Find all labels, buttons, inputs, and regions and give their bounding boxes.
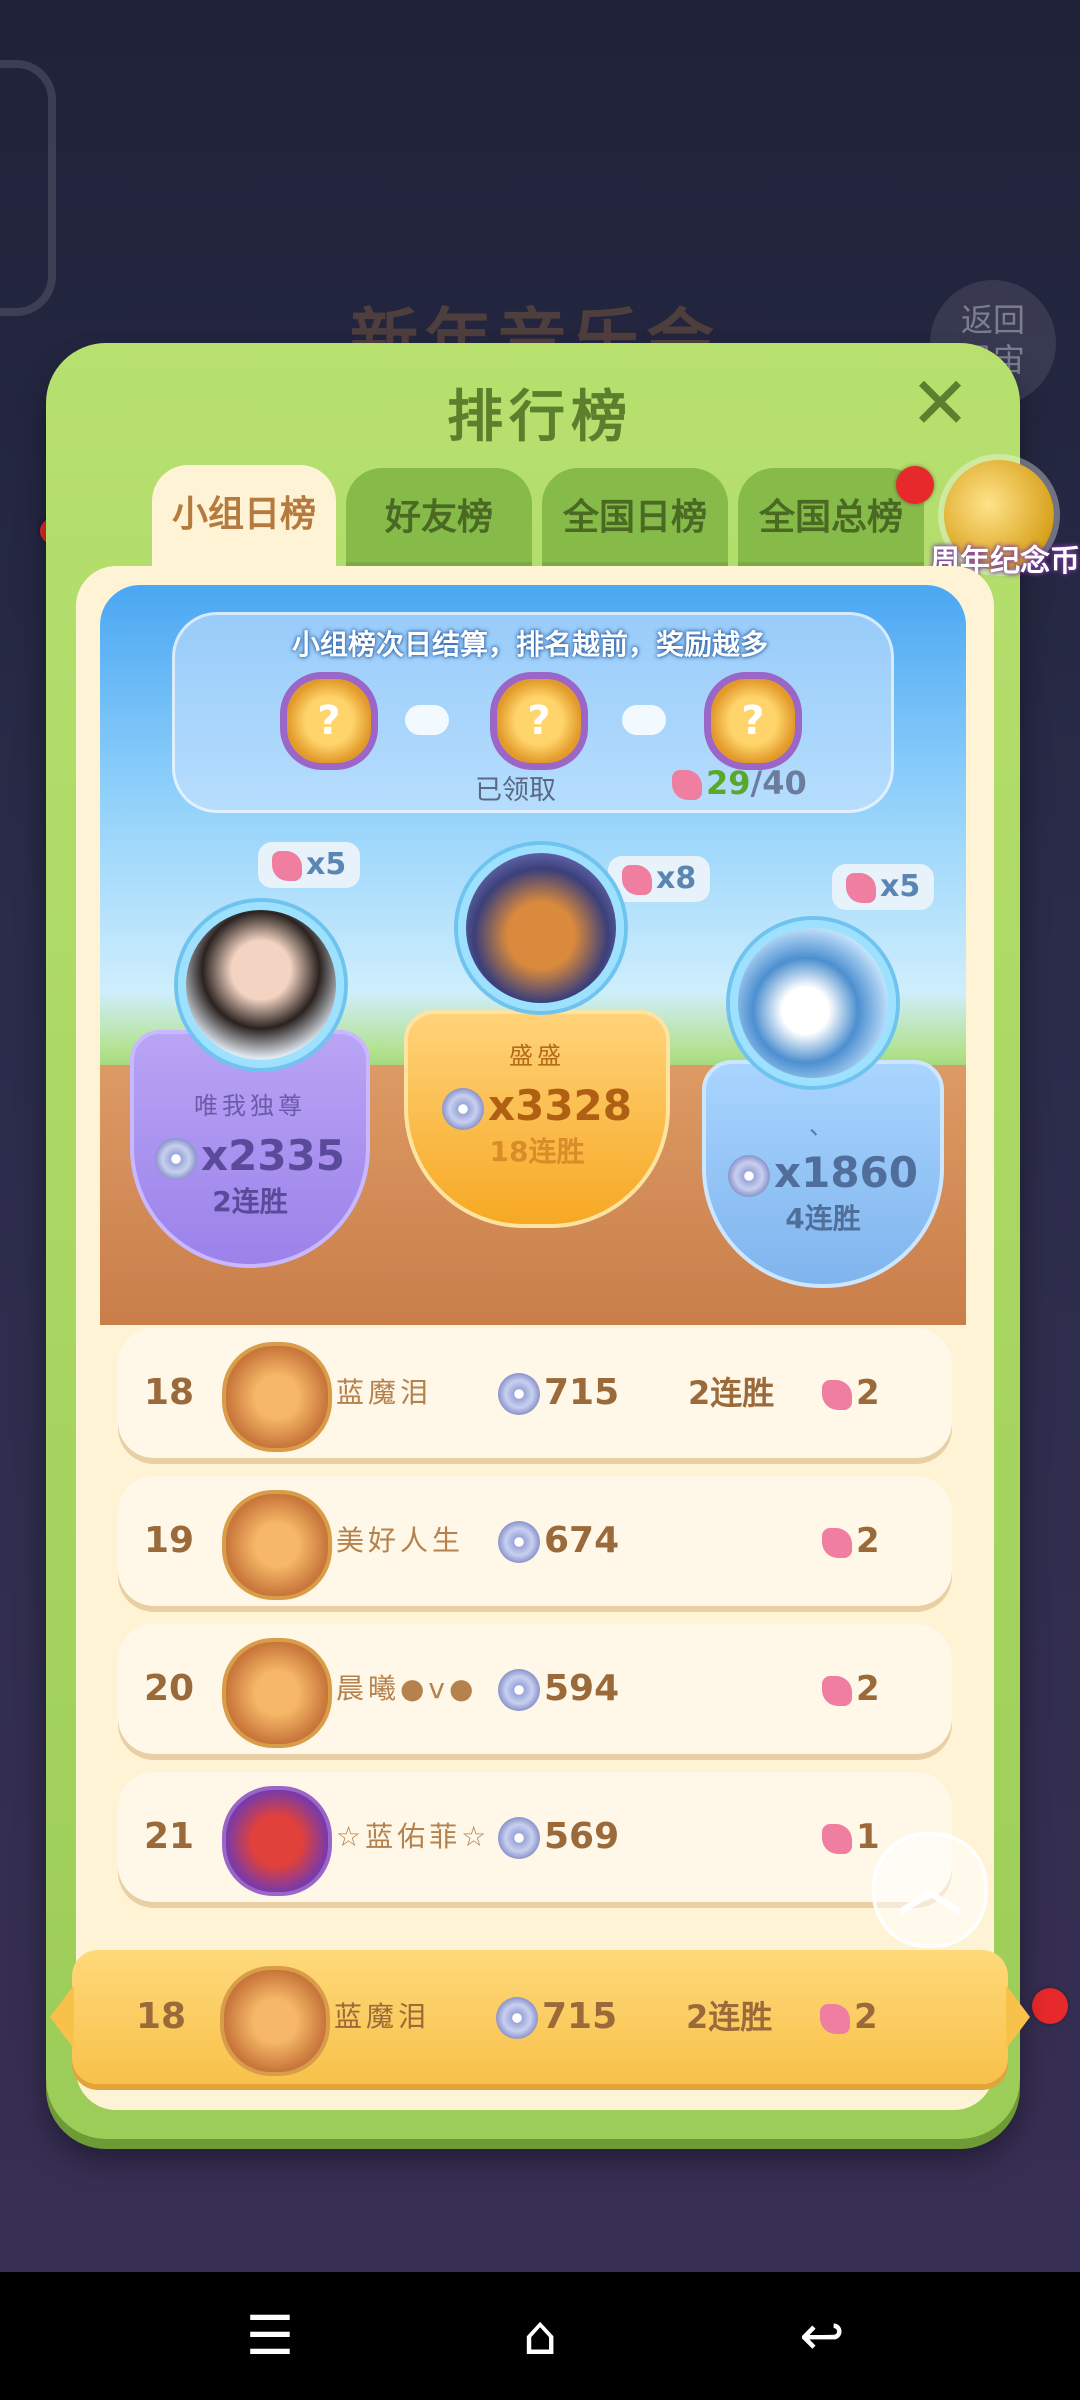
player-name: 美好人生 xyxy=(336,1524,465,1557)
disc-icon xyxy=(498,1817,540,1859)
petal-icon xyxy=(822,1823,852,1854)
avatar[interactable] xyxy=(222,1786,332,1896)
avatar[interactable] xyxy=(458,845,624,1011)
player-name: 蓝魔泪 xyxy=(334,2000,431,2033)
chevron-up-icon[interactable]: ︿ xyxy=(872,1832,988,1948)
list-item[interactable]: 19 美好人生 674 2 xyxy=(118,1476,952,1606)
disc-icon xyxy=(498,1669,540,1711)
rank-number: 20 xyxy=(144,1668,195,1709)
rank-number: 18 xyxy=(144,1372,195,1413)
player-score: 715 xyxy=(496,1950,617,2084)
reward-chest-icon[interactable]: ? xyxy=(280,672,378,770)
win-streak: 2连胜 xyxy=(688,1374,775,1412)
petal-icon xyxy=(820,2003,850,2034)
player-name: ☆蓝佑菲☆ xyxy=(336,1820,491,1853)
system-nav-bar: ☰ ⌂ ↩ xyxy=(0,2272,1080,2400)
win-streak: 2连胜 xyxy=(686,1998,773,2036)
arrow-icon xyxy=(622,705,666,735)
tab-group-daily[interactable]: 小组日榜 xyxy=(152,465,336,575)
avatar[interactable] xyxy=(220,1966,330,2076)
avatar[interactable] xyxy=(730,920,896,1086)
reward-chest-icon[interactable]: ? xyxy=(704,672,802,770)
podium-third: 、 x1860 4连胜 xyxy=(702,1060,944,1288)
petal-icon xyxy=(622,864,652,895)
avatar[interactable] xyxy=(178,902,344,1068)
petal-icon xyxy=(822,1527,852,1558)
petal-icon xyxy=(846,872,876,903)
background-decoration xyxy=(0,60,56,316)
avatar[interactable] xyxy=(222,1638,332,1748)
petal-count: 1 xyxy=(822,1772,880,1902)
tab-friends[interactable]: 好友榜 xyxy=(346,468,532,568)
player-score: 715 xyxy=(498,1328,619,1458)
my-rank-row[interactable]: 18 蓝魔泪 715 2连胜 2 xyxy=(50,1950,1030,2084)
petal-icon xyxy=(822,1675,852,1706)
petal-count: 2 xyxy=(822,1328,880,1458)
reward-progress: 29/40 xyxy=(672,764,807,802)
petal-icon xyxy=(672,770,702,800)
avatar[interactable] xyxy=(222,1490,332,1600)
back-icon[interactable]: ↩ xyxy=(762,2272,882,2400)
disc-icon xyxy=(498,1521,540,1563)
tab-national-daily[interactable]: 全国日榜 xyxy=(542,468,728,568)
list-item[interactable]: 20 晨曦●v● 594 2 xyxy=(118,1624,952,1754)
player-score: 594 xyxy=(498,1624,619,1754)
reward-track-title: 小组榜次日结算，排名越前，奖励越多 xyxy=(291,628,768,661)
disc-icon xyxy=(155,1137,197,1180)
tab-notification-dot xyxy=(896,466,934,504)
home-icon[interactable]: ⌂ xyxy=(480,2272,600,2400)
close-icon[interactable]: ✕ xyxy=(905,367,975,439)
petal-icon xyxy=(822,1379,852,1410)
arrow-icon xyxy=(405,705,449,735)
avatar[interactable] xyxy=(222,1342,332,1452)
player-score: 674 xyxy=(498,1476,619,1606)
player-name: 蓝魔泪 xyxy=(336,1376,433,1409)
petal-count: 2 xyxy=(822,1624,880,1754)
menu-icon[interactable]: ☰ xyxy=(210,2272,330,2400)
disc-icon xyxy=(498,1373,540,1415)
disc-icon xyxy=(728,1154,770,1197)
petal-bubble: x5 xyxy=(832,864,935,910)
notification-dot xyxy=(1032,1988,1068,2024)
reward-chest-icon[interactable]: ? xyxy=(490,672,588,770)
petal-count: 2 xyxy=(822,1476,880,1606)
list-item[interactable]: 21 ☆蓝佑菲☆ 569 1 xyxy=(118,1772,952,1902)
rank-number: 19 xyxy=(144,1520,195,1561)
petal-bubble: x5 xyxy=(258,842,361,888)
petal-bubble: x8 xyxy=(608,856,711,902)
podium-first: 盛盛 x3328 18连胜 xyxy=(404,1010,670,1228)
player-name: 晨曦●v● xyxy=(336,1672,478,1705)
claimed-label: 已领取 xyxy=(475,775,556,806)
disc-icon xyxy=(496,1997,538,2039)
list-item[interactable]: 18 蓝魔泪 715 2连胜 2 xyxy=(118,1328,952,1458)
rank-number: 18 xyxy=(136,1996,187,2037)
disc-icon xyxy=(442,1087,484,1130)
petal-count: 2 xyxy=(820,1950,878,2084)
player-score: 569 xyxy=(498,1772,619,1902)
petal-icon xyxy=(272,850,302,881)
rank-number: 21 xyxy=(144,1816,195,1857)
